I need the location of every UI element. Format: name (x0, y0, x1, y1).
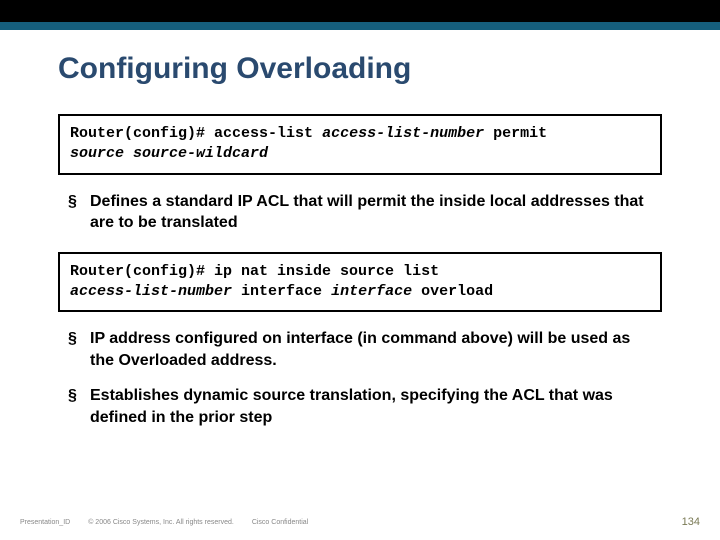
footer-confidential: Cisco Confidential (252, 519, 308, 526)
command-box-1: Router(config)# access-list access-list-… (58, 114, 662, 175)
cmd1-param2: source source-wildcard (70, 145, 268, 162)
cmd1-text: access-list (214, 125, 322, 142)
cmd2-text: ip nat inside source list (214, 263, 439, 280)
cmd1-prompt: Router(config)# (70, 125, 214, 142)
footer: Presentation_ID © 2006 Cisco Systems, In… (0, 516, 720, 528)
slide-content: Configuring Overloading Router(config)# … (0, 30, 720, 429)
cmd2-param2: interface (331, 283, 412, 300)
cmd1-text2: permit (484, 125, 547, 142)
bullet-item: IP address configured on interface (in c… (62, 328, 658, 371)
cmd2-param1: access-list-number (70, 283, 232, 300)
bullet-item: Defines a standard IP ACL that will perm… (62, 191, 658, 234)
bullet-item: Establishes dynamic source translation, … (62, 385, 658, 428)
bullet-list-1: Defines a standard IP ACL that will perm… (58, 191, 662, 234)
footer-page-number: 134 (682, 516, 700, 528)
cmd2-text3: overload (412, 283, 493, 300)
cmd2-text2: interface (232, 283, 331, 300)
bullet-list-2: IP address configured on interface (in c… (58, 328, 662, 428)
cmd2-prompt: Router(config)# (70, 263, 214, 280)
command-box-2: Router(config)# ip nat inside source lis… (58, 252, 662, 313)
top-band (0, 0, 720, 30)
slide-title: Configuring Overloading (58, 52, 662, 86)
footer-copyright: © 2006 Cisco Systems, Inc. All rights re… (88, 519, 234, 526)
cmd1-param1: access-list-number (322, 125, 484, 142)
footer-id: Presentation_ID (20, 519, 70, 526)
